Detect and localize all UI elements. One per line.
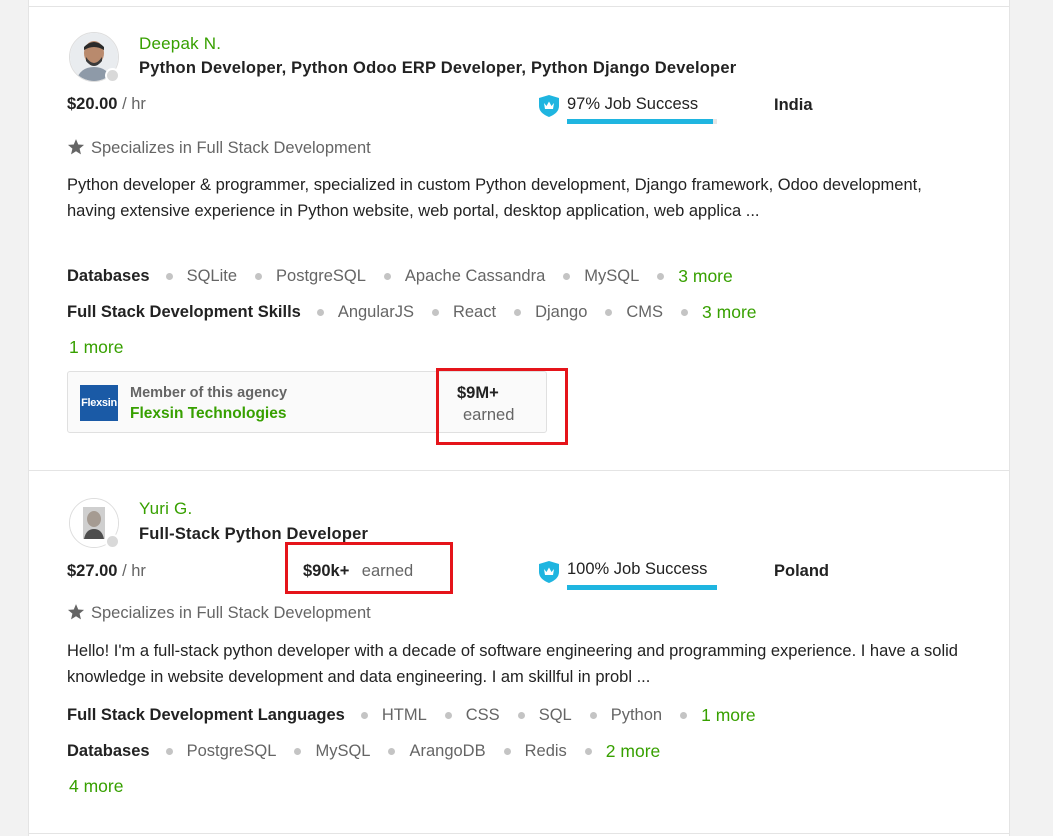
top-divider [29, 6, 1009, 7]
more-skills-link[interactable]: 4 more [69, 776, 123, 797]
skill-tag[interactable]: CSS [444, 706, 500, 725]
job-success-bar [567, 585, 717, 590]
skills-more-link[interactable]: 3 more [657, 266, 733, 287]
freelancer-description: Hello! I'm a full-stack python developer… [67, 642, 958, 686]
job-success-label: 97% Job Success [567, 95, 699, 113]
card-divider [29, 470, 1009, 471]
skill-tag[interactable]: MySQL [294, 742, 370, 761]
job-success-label: 100% Job Success [567, 560, 708, 578]
online-status-dot [105, 68, 120, 83]
skill-tag[interactable]: AngularJS [316, 303, 414, 322]
skill-tag[interactable]: SQL [517, 706, 572, 725]
freelancer-description: Python developer & programmer, specializ… [67, 176, 922, 220]
skill-tag[interactable]: HTML [360, 706, 427, 725]
job-success-badge-icon [539, 95, 559, 117]
specialization: Specializes in Full Stack Development [91, 139, 371, 157]
job-success-badge-icon [539, 561, 559, 583]
more-skills-link[interactable]: 1 more [69, 337, 123, 358]
freelancer-name[interactable]: Deepak N. [139, 34, 221, 54]
skill-tag[interactable]: MySQL [563, 267, 639, 286]
freelancer-title[interactable]: Python Developer, Python Odoo ERP Develo… [139, 59, 736, 78]
skills-more-link[interactable]: 1 more [680, 705, 756, 726]
skills-more-link[interactable]: 3 more [681, 302, 757, 323]
agency-member-label: Member of this agency [130, 385, 288, 401]
skill-tag[interactable]: PostgreSQL [165, 742, 276, 761]
skills-more-link[interactable]: 2 more [584, 741, 660, 762]
skill-group-databases: Databases PostgreSQL MySQL ArangoDB Redi… [67, 741, 661, 762]
job-success-bar-fill [567, 119, 713, 124]
search-results-panel: Deepak N. Python Developer, Python Odoo … [28, 0, 1010, 836]
specialization: Specializes in Full Stack Development [91, 604, 371, 622]
skill-tag[interactable]: Apache Cassandra [383, 267, 545, 286]
skill-group-full-stack: Full Stack Development Skills AngularJS … [67, 302, 757, 323]
skill-tag[interactable]: Django [514, 303, 587, 322]
bottom-divider [29, 833, 1009, 834]
hourly-rate: $20.00 / hr [67, 95, 146, 113]
freelancer-name[interactable]: Yuri G. [139, 499, 192, 519]
star-icon [67, 139, 85, 155]
agency-logo: Flexsin [80, 385, 118, 421]
skill-tag[interactable]: SQLite [165, 267, 237, 286]
highlight-box-earned [285, 542, 453, 594]
country: Poland [774, 562, 830, 580]
agency-name-link[interactable]: Flexsin Technologies [130, 405, 286, 423]
skill-tag[interactable]: ArangoDB [388, 742, 486, 761]
skill-tag[interactable]: Redis [503, 742, 567, 761]
skill-group-languages: Full Stack Development Languages HTML CS… [67, 705, 756, 726]
skill-group-databases: Databases SQLite PostgreSQL Apache Cassa… [67, 266, 733, 287]
skill-tag[interactable]: React [431, 303, 496, 322]
hourly-rate: $27.00 / hr [67, 562, 146, 580]
job-success-bar [567, 119, 717, 124]
highlight-box-agency-earned [436, 368, 568, 445]
skill-tag[interactable]: CMS [605, 303, 663, 322]
star-icon [67, 604, 85, 620]
skill-tag[interactable]: Python [589, 706, 662, 725]
online-status-dot [105, 534, 120, 549]
job-success-bar-fill [567, 585, 717, 590]
country: India [774, 96, 813, 114]
skill-tag[interactable]: PostgreSQL [255, 267, 366, 286]
